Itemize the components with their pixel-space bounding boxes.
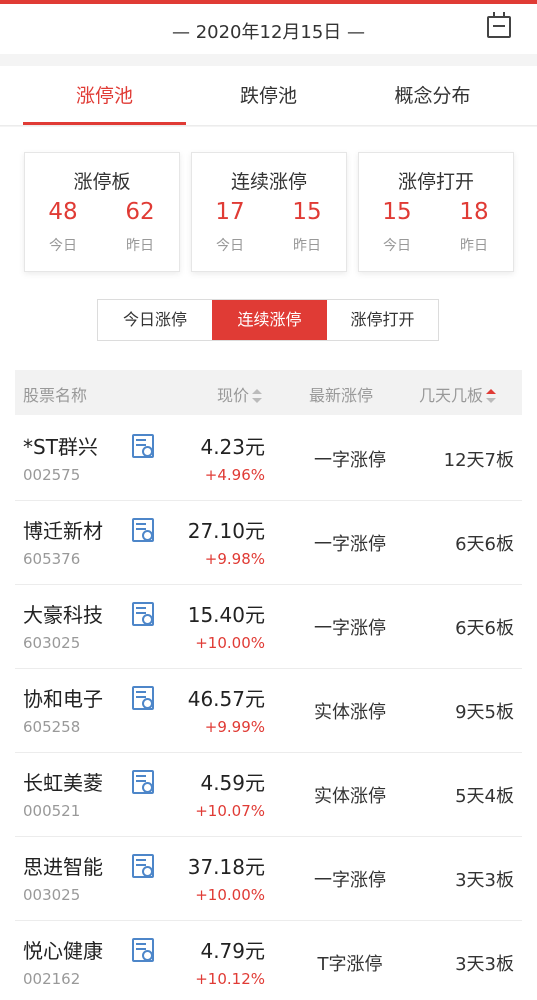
stock-name: 博迁新材 bbox=[23, 519, 103, 543]
stock-code: 605258 bbox=[23, 718, 81, 736]
main-tabs: 涨停池 跌停池 概念分布 bbox=[0, 66, 537, 126]
yesterday-label: 昨日 bbox=[460, 238, 488, 254]
tab-limit-down-pool[interactable]: 跌停池 bbox=[186, 66, 351, 126]
detail-search-icon[interactable] bbox=[132, 518, 154, 542]
today-count: 48 bbox=[48, 199, 78, 225]
stat-card-limit-up[interactable]: 涨停板 48 62 今日 昨日 bbox=[24, 152, 180, 272]
table-row[interactable]: 协和电子 605258 46.57元 +9.99% 实体涨停 9天5板 bbox=[0, 669, 537, 753]
table-row[interactable]: *ST群兴 002575 4.23元 +4.96% 一字涨停 12天7板 bbox=[0, 417, 537, 501]
stat-card-consecutive[interactable]: 连续涨停 17 15 今日 昨日 bbox=[191, 152, 347, 272]
limit-up-type: 实体涨停 bbox=[314, 702, 386, 723]
filter-segmented-control: 今日涨停 连续涨停 涨停打开 bbox=[97, 299, 439, 341]
limit-up-type: T字涨停 bbox=[317, 954, 383, 975]
header-days-label: 几天几板 bbox=[419, 386, 484, 405]
stock-code: 003025 bbox=[23, 886, 81, 904]
stock-code: 605376 bbox=[23, 550, 81, 568]
stock-change: +10.00% bbox=[195, 886, 265, 904]
segment-consecutive[interactable]: 连续涨停 bbox=[212, 300, 327, 340]
yesterday-label: 昨日 bbox=[293, 238, 321, 254]
stock-name: 长虹美菱 bbox=[23, 771, 103, 795]
today-label: 今日 bbox=[383, 238, 411, 254]
stock-change: +10.07% bbox=[195, 802, 265, 820]
limit-up-type: 实体涨停 bbox=[314, 786, 386, 807]
table-header: 股票名称 现价 最新涨停 几天几板 bbox=[15, 370, 522, 415]
active-tab-indicator bbox=[23, 122, 186, 125]
stock-change: +10.00% bbox=[195, 634, 265, 652]
date-header: — 2020年12月15日 — bbox=[0, 4, 537, 54]
stock-price: 4.23元 bbox=[200, 435, 265, 459]
stock-name: 协和电子 bbox=[23, 687, 103, 711]
header-stock-name: 股票名称 bbox=[23, 386, 88, 405]
stock-name: *ST群兴 bbox=[23, 435, 98, 459]
header-price-label: 现价 bbox=[217, 386, 250, 405]
stock-price: 4.79元 bbox=[200, 939, 265, 963]
days-boards: 12天7板 bbox=[443, 450, 514, 471]
limit-up-type: 一字涨停 bbox=[314, 534, 386, 555]
stock-code: 002575 bbox=[23, 466, 81, 484]
detail-search-icon[interactable] bbox=[132, 854, 154, 878]
stock-code: 000521 bbox=[23, 802, 81, 820]
days-boards: 3天3板 bbox=[455, 954, 514, 975]
days-boards: 3天3板 bbox=[455, 870, 514, 891]
stock-price: 46.57元 bbox=[187, 687, 265, 711]
content-panel: 涨停板 48 62 今日 昨日 连续涨停 17 15 今日 昨日 涨停打开 15… bbox=[0, 127, 537, 1000]
stock-price: 4.59元 bbox=[200, 771, 265, 795]
days-boards: 6天6板 bbox=[455, 534, 514, 555]
today-label: 今日 bbox=[49, 238, 77, 254]
yesterday-count: 62 bbox=[125, 199, 155, 225]
stock-change: +4.96% bbox=[204, 466, 265, 484]
detail-search-icon[interactable] bbox=[132, 602, 154, 626]
tab-limit-up-pool[interactable]: 涨停池 bbox=[23, 66, 186, 126]
limit-up-type: 一字涨停 bbox=[314, 618, 386, 639]
stock-code: 603025 bbox=[23, 634, 81, 652]
stock-price: 15.40元 bbox=[187, 603, 265, 627]
table-row[interactable]: 大豪科技 603025 15.40元 +10.00% 一字涨停 6天6板 bbox=[0, 585, 537, 669]
today-count: 15 bbox=[382, 199, 412, 225]
header-days-boards[interactable]: 几天几板 bbox=[419, 382, 497, 406]
segment-opened[interactable]: 涨停打开 bbox=[327, 300, 438, 340]
today-label: 今日 bbox=[216, 238, 244, 254]
stock-name: 大豪科技 bbox=[23, 603, 103, 627]
stock-change: +9.99% bbox=[204, 718, 265, 736]
segment-today-limit-up[interactable]: 今日涨停 bbox=[98, 300, 212, 340]
detail-search-icon[interactable] bbox=[132, 938, 154, 962]
days-boards: 9天5板 bbox=[455, 702, 514, 723]
days-boards: 6天6板 bbox=[455, 618, 514, 639]
table-row[interactable]: 悦心健康 002162 4.79元 +10.12% T字涨停 3天3板 bbox=[0, 921, 537, 1000]
stock-change: +9.98% bbox=[204, 550, 265, 568]
table-row[interactable]: 思进智能 003025 37.18元 +10.00% 一字涨停 3天3板 bbox=[0, 837, 537, 921]
tab-concept-distribution[interactable]: 概念分布 bbox=[351, 66, 514, 126]
stock-change: +10.12% bbox=[195, 970, 265, 988]
sort-icon bbox=[486, 388, 497, 403]
yesterday-label: 昨日 bbox=[126, 238, 154, 254]
card-title: 涨停打开 bbox=[397, 171, 474, 193]
yesterday-count: 18 bbox=[459, 199, 489, 225]
stock-name: 悦心健康 bbox=[23, 939, 103, 963]
days-boards: 5天4板 bbox=[455, 786, 514, 807]
stock-name: 思进智能 bbox=[23, 855, 103, 879]
calendar-icon[interactable] bbox=[487, 12, 511, 38]
table-row[interactable]: 长虹美菱 000521 4.59元 +10.07% 实体涨停 5天4板 bbox=[0, 753, 537, 837]
date-label[interactable]: — 2020年12月15日 — bbox=[0, 18, 537, 44]
limit-up-type: 一字涨停 bbox=[314, 870, 386, 891]
yesterday-count: 15 bbox=[292, 199, 322, 225]
stock-price: 37.18元 bbox=[187, 855, 265, 879]
header-latest-limit-up: 最新涨停 bbox=[309, 386, 374, 405]
stock-code: 002162 bbox=[23, 970, 81, 988]
header-price[interactable]: 现价 bbox=[217, 382, 263, 406]
card-title: 涨停板 bbox=[73, 171, 131, 193]
stat-card-opened[interactable]: 涨停打开 15 18 今日 昨日 bbox=[358, 152, 514, 272]
limit-up-type: 一字涨停 bbox=[314, 450, 386, 471]
detail-search-icon[interactable] bbox=[132, 686, 154, 710]
stock-price: 27.10元 bbox=[187, 519, 265, 543]
sort-icon bbox=[252, 388, 263, 403]
table-row[interactable]: 博迁新材 605376 27.10元 +9.98% 一字涨停 6天6板 bbox=[0, 501, 537, 585]
today-count: 17 bbox=[215, 199, 245, 225]
detail-search-icon[interactable] bbox=[132, 770, 154, 794]
detail-search-icon[interactable] bbox=[132, 434, 154, 458]
card-title: 连续涨停 bbox=[230, 171, 307, 193]
